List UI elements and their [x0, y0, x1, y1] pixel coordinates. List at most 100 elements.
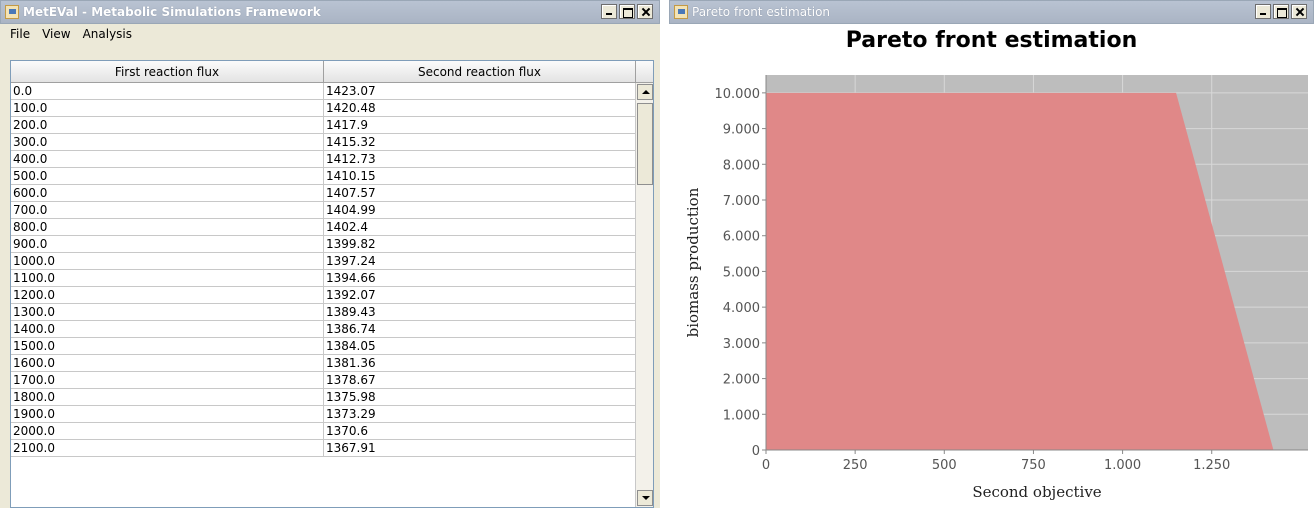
- x-tick-label: 1.250: [1193, 458, 1230, 473]
- x-tick-label: 0: [762, 458, 770, 473]
- cell-second-flux[interactable]: 1412.73: [324, 151, 636, 167]
- table-row[interactable]: 1600.0 1381.36: [11, 355, 636, 372]
- cell-first-flux[interactable]: 600.0: [11, 185, 324, 201]
- scroll-up-icon[interactable]: [637, 84, 653, 100]
- table-row[interactable]: 1500.0 1384.05: [11, 338, 636, 355]
- y-tick-label: 4.000: [723, 301, 760, 316]
- x-tick-label: 1.000: [1104, 458, 1141, 473]
- table-row[interactable]: 600.0 1407.57: [11, 185, 636, 202]
- cell-second-flux[interactable]: 1389.43: [324, 304, 636, 320]
- cell-first-flux[interactable]: 700.0: [11, 202, 324, 218]
- y-tick-label: 1.000: [723, 408, 760, 423]
- close-icon[interactable]: [637, 4, 653, 19]
- table-row[interactable]: 1900.0 1373.29: [11, 406, 636, 423]
- cell-second-flux[interactable]: 1399.82: [324, 236, 636, 252]
- title-bar[interactable]: MetEVal - Metabolic Simulations Framewor…: [0, 0, 660, 24]
- x-tick-label: 250: [843, 458, 868, 473]
- menu-analysis[interactable]: Analysis: [77, 27, 138, 41]
- table-row[interactable]: 1300.0 1389.43: [11, 304, 636, 321]
- cell-first-flux[interactable]: 100.0: [11, 100, 324, 116]
- table-row[interactable]: 1800.0 1375.98: [11, 389, 636, 406]
- cell-first-flux[interactable]: 1700.0: [11, 372, 324, 388]
- y-tick-label: 8.000: [723, 158, 760, 173]
- y-tick-label: 6.000: [723, 230, 760, 245]
- cell-first-flux[interactable]: 1900.0: [11, 406, 324, 422]
- table-row[interactable]: 700.0 1404.99: [11, 202, 636, 219]
- table-row[interactable]: 0.0 1423.07: [11, 83, 636, 100]
- cell-second-flux[interactable]: 1378.67: [324, 372, 636, 388]
- cell-first-flux[interactable]: 1400.0: [11, 321, 324, 337]
- y-tick-label: 9.000: [723, 123, 760, 138]
- cell-second-flux[interactable]: 1397.24: [324, 253, 636, 269]
- scroll-thumb[interactable]: [637, 103, 653, 185]
- cell-second-flux[interactable]: 1415.32: [324, 134, 636, 150]
- cell-second-flux[interactable]: 1402.4: [324, 219, 636, 235]
- table-row[interactable]: 1100.0 1394.66: [11, 270, 636, 287]
- table-row[interactable]: 500.0 1410.15: [11, 168, 636, 185]
- x-tick-label: 500: [932, 458, 957, 473]
- table-row[interactable]: 900.0 1399.82: [11, 236, 636, 253]
- table-row[interactable]: 800.0 1402.4: [11, 219, 636, 236]
- cell-first-flux[interactable]: 1600.0: [11, 355, 324, 371]
- window-title: MetEVal - Metabolic Simulations Framewor…: [23, 5, 321, 19]
- cell-second-flux[interactable]: 1407.57: [324, 185, 636, 201]
- table-row[interactable]: 2000.0 1370.6: [11, 423, 636, 440]
- menu-bar: File View Analysis: [0, 24, 660, 44]
- y-tick-label: 2.000: [723, 373, 760, 388]
- table-body: 0.0 1423.07 100.0 1420.48 200.0 1417.9 300.0 14…: [11, 83, 636, 457]
- table-row[interactable]: 1400.0 1386.74: [11, 321, 636, 338]
- table-row[interactable]: 100.0 1420.48: [11, 100, 636, 117]
- column-header-first-flux[interactable]: First reaction flux: [11, 61, 324, 82]
- cell-second-flux[interactable]: 1392.07: [324, 287, 636, 303]
- cell-second-flux[interactable]: 1381.36: [324, 355, 636, 371]
- menu-view[interactable]: View: [36, 27, 76, 41]
- scroll-down-icon[interactable]: [637, 490, 653, 506]
- pareto-window: Pareto front estimation Pareto front est…: [669, 0, 1314, 508]
- cell-second-flux[interactable]: 1370.6: [324, 423, 636, 439]
- cell-first-flux[interactable]: 200.0: [11, 117, 324, 133]
- y-axis-label: biomass production: [684, 187, 702, 337]
- cell-first-flux[interactable]: 1800.0: [11, 389, 324, 405]
- cell-first-flux[interactable]: 2100.0: [11, 440, 324, 456]
- java-app-icon: [5, 5, 19, 19]
- cell-first-flux[interactable]: 1000.0: [11, 253, 324, 269]
- cell-first-flux[interactable]: 1300.0: [11, 304, 324, 320]
- table-row[interactable]: 200.0 1417.9: [11, 117, 636, 134]
- cell-first-flux[interactable]: 800.0: [11, 219, 324, 235]
- cell-first-flux[interactable]: 500.0: [11, 168, 324, 184]
- cell-second-flux[interactable]: 1373.29: [324, 406, 636, 422]
- table-row[interactable]: 1700.0 1378.67: [11, 372, 636, 389]
- cell-second-flux[interactable]: 1384.05: [324, 338, 636, 354]
- cell-first-flux[interactable]: 1200.0: [11, 287, 324, 303]
- cell-second-flux[interactable]: 1410.15: [324, 168, 636, 184]
- cell-second-flux[interactable]: 1394.66: [324, 270, 636, 286]
- flux-table: First reaction flux Second reaction flux…: [10, 60, 654, 508]
- cell-second-flux[interactable]: 1420.48: [324, 100, 636, 116]
- cell-second-flux[interactable]: 1417.9: [324, 117, 636, 133]
- table-row[interactable]: 2100.0 1367.91: [11, 440, 636, 457]
- minimize-icon[interactable]: [601, 4, 617, 19]
- menu-file[interactable]: File: [4, 27, 36, 41]
- cell-first-flux[interactable]: 400.0: [11, 151, 324, 167]
- cell-first-flux[interactable]: 1100.0: [11, 270, 324, 286]
- maximize-icon[interactable]: [619, 4, 635, 19]
- cell-second-flux[interactable]: 1423.07: [324, 83, 636, 99]
- pareto-chart: 0 1.000 2.000 3.000 4.000 5.000 6.000 7.000 8.00…: [684, 75, 1308, 501]
- cell-second-flux[interactable]: 1386.74: [324, 321, 636, 337]
- y-tick-label: 7.000: [723, 194, 760, 209]
- cell-first-flux[interactable]: 300.0: [11, 134, 324, 150]
- cell-first-flux[interactable]: 900.0: [11, 236, 324, 252]
- cell-second-flux[interactable]: 1375.98: [324, 389, 636, 405]
- table-row[interactable]: 400.0 1412.73: [11, 151, 636, 168]
- cell-first-flux[interactable]: 2000.0: [11, 423, 324, 439]
- y-tick-label: 10.000: [715, 87, 761, 102]
- vertical-scrollbar[interactable]: [635, 83, 653, 507]
- table-row[interactable]: 1000.0 1397.24: [11, 253, 636, 270]
- column-header-second-flux[interactable]: Second reaction flux: [324, 61, 636, 82]
- cell-first-flux[interactable]: 0.0: [11, 83, 324, 99]
- cell-second-flux[interactable]: 1404.99: [324, 202, 636, 218]
- table-row[interactable]: 1200.0 1392.07: [11, 287, 636, 304]
- table-row[interactable]: 300.0 1415.32: [11, 134, 636, 151]
- cell-first-flux[interactable]: 1500.0: [11, 338, 324, 354]
- cell-second-flux[interactable]: 1367.91: [324, 440, 636, 456]
